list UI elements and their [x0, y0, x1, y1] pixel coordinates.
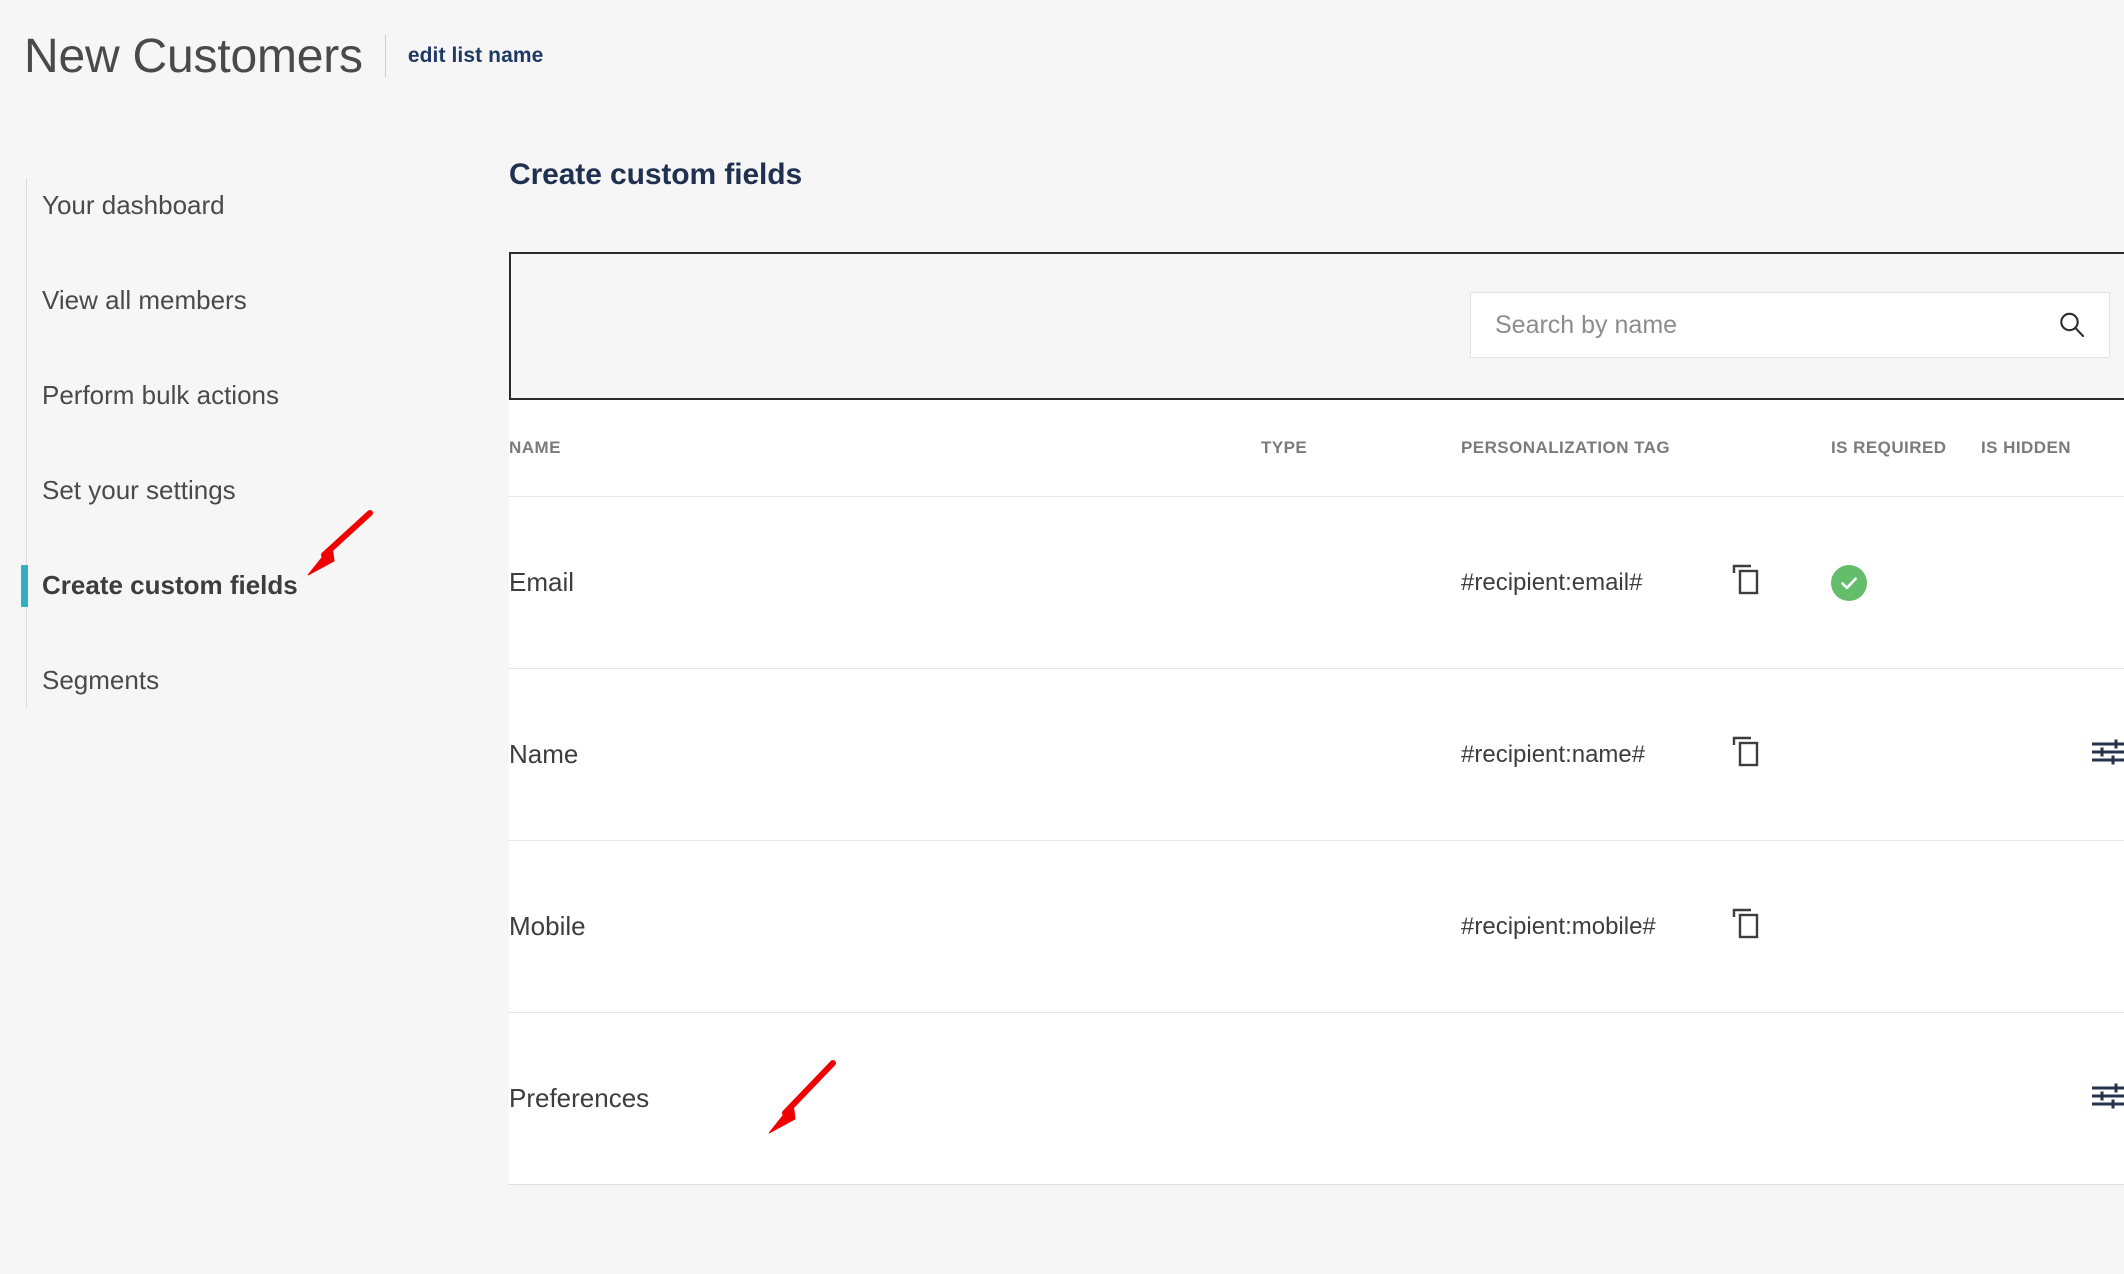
custom-fields-table: NAME TYPE PERSONALIZATION TAG IS REQUIRE… [509, 400, 2124, 1185]
cell-is-required [1831, 840, 1981, 1013]
copy-icon[interactable] [1731, 735, 1763, 769]
table-body: Email #recipient:email# Name #recipient:… [509, 496, 2124, 1185]
cell-field-name: Email [509, 496, 1261, 669]
search-input[interactable] [1493, 309, 2047, 341]
column-header-copy [1731, 400, 1831, 497]
active-indicator [21, 564, 28, 607]
search-box[interactable] [1470, 292, 2110, 358]
cell-is-required [1831, 1012, 1981, 1185]
column-header-type[interactable]: TYPE [1261, 400, 1461, 497]
table-header-row: NAME TYPE PERSONALIZATION TAG IS REQUIRE… [509, 400, 2124, 497]
column-header-is-required[interactable]: IS REQUIRED [1831, 400, 1981, 497]
cell-field-type [1261, 496, 1461, 669]
sidebar-item-view-all-members[interactable]: View all members [0, 253, 480, 348]
cell-is-hidden[interactable] [1981, 1012, 2124, 1185]
sidebar-item-create-custom-fields[interactable]: Create custom fields [0, 538, 480, 633]
cell-copy-action[interactable] [1731, 496, 1831, 669]
cell-field-name: Mobile [509, 840, 1261, 1013]
check-circle-icon [1831, 564, 1867, 601]
edit-list-name-link[interactable]: edit list name [408, 44, 544, 68]
page-header: New Customers edit list name [0, 0, 2124, 112]
search-icon[interactable] [2057, 310, 2087, 340]
custom-fields-card: NAME TYPE PERSONALIZATION TAG IS REQUIRE… [509, 252, 2124, 1185]
table-row[interactable]: Preferences [509, 1012, 2124, 1185]
column-header-name[interactable]: NAME [509, 400, 1261, 497]
sliders-icon[interactable] [2090, 738, 2124, 766]
sidebar-item-label: Your dashboard [42, 190, 225, 220]
cell-personalization-tag: #recipient:email# [1461, 496, 1731, 669]
cell-field-type [1261, 1012, 1461, 1185]
table-row[interactable]: Email #recipient:email# [509, 496, 2124, 669]
cell-copy-action[interactable] [1731, 668, 1831, 841]
sidebar-item-set-your-settings[interactable]: Set your settings [0, 443, 480, 538]
copy-icon[interactable] [1731, 563, 1763, 597]
sidebar-item-perform-bulk-actions[interactable]: Perform bulk actions [0, 348, 480, 443]
table-toolbar [509, 252, 2124, 400]
sidebar-item-label: Perform bulk actions [42, 380, 279, 410]
sidebar-item-segments[interactable]: Segments [0, 633, 480, 728]
cell-field-name: Preferences [509, 1012, 1261, 1185]
cell-personalization-tag: #recipient:name# [1461, 668, 1731, 841]
cell-is-hidden [1981, 496, 2124, 669]
cell-is-required [1831, 496, 1981, 669]
cell-field-type [1261, 668, 1461, 841]
table-head: NAME TYPE PERSONALIZATION TAG IS REQUIRE… [509, 400, 2124, 497]
sidebar-item-label: Create custom fields [42, 570, 298, 600]
header-divider [384, 35, 386, 77]
table-row[interactable]: Name #recipient:name# [509, 668, 2124, 841]
cell-personalization-tag [1461, 1012, 1731, 1185]
sidebar-item-your-dashboard[interactable]: Your dashboard [0, 158, 480, 253]
cell-field-type [1261, 840, 1461, 1013]
sidebar: Your dashboard View all members Perform … [0, 158, 480, 718]
cell-personalization-tag: #recipient:mobile# [1461, 840, 1731, 1013]
section-title: Create custom fields [509, 158, 803, 191]
cell-copy-action[interactable] [1731, 840, 1831, 1013]
table-row[interactable]: Mobile #recipient:mobile# [509, 840, 2124, 1013]
page-title: New Customers [24, 29, 363, 83]
column-header-personalization-tag[interactable]: PERSONALIZATION TAG [1461, 400, 1731, 497]
sliders-icon[interactable] [2090, 1082, 2124, 1110]
sidebar-item-label: Segments [42, 665, 160, 695]
sidebar-item-label: View all members [42, 285, 247, 315]
cell-is-required [1831, 668, 1981, 841]
cell-is-hidden[interactable] [1981, 668, 2124, 841]
cell-copy-action [1731, 1012, 1831, 1185]
column-header-is-hidden[interactable]: IS HIDDEN [1981, 400, 2124, 497]
sidebar-item-label: Set your settings [42, 475, 236, 505]
main-content: Create custom fields N [509, 158, 2124, 1185]
copy-icon[interactable] [1731, 907, 1763, 941]
cell-is-hidden [1981, 840, 2124, 1013]
cell-field-name: Name [509, 668, 1261, 841]
